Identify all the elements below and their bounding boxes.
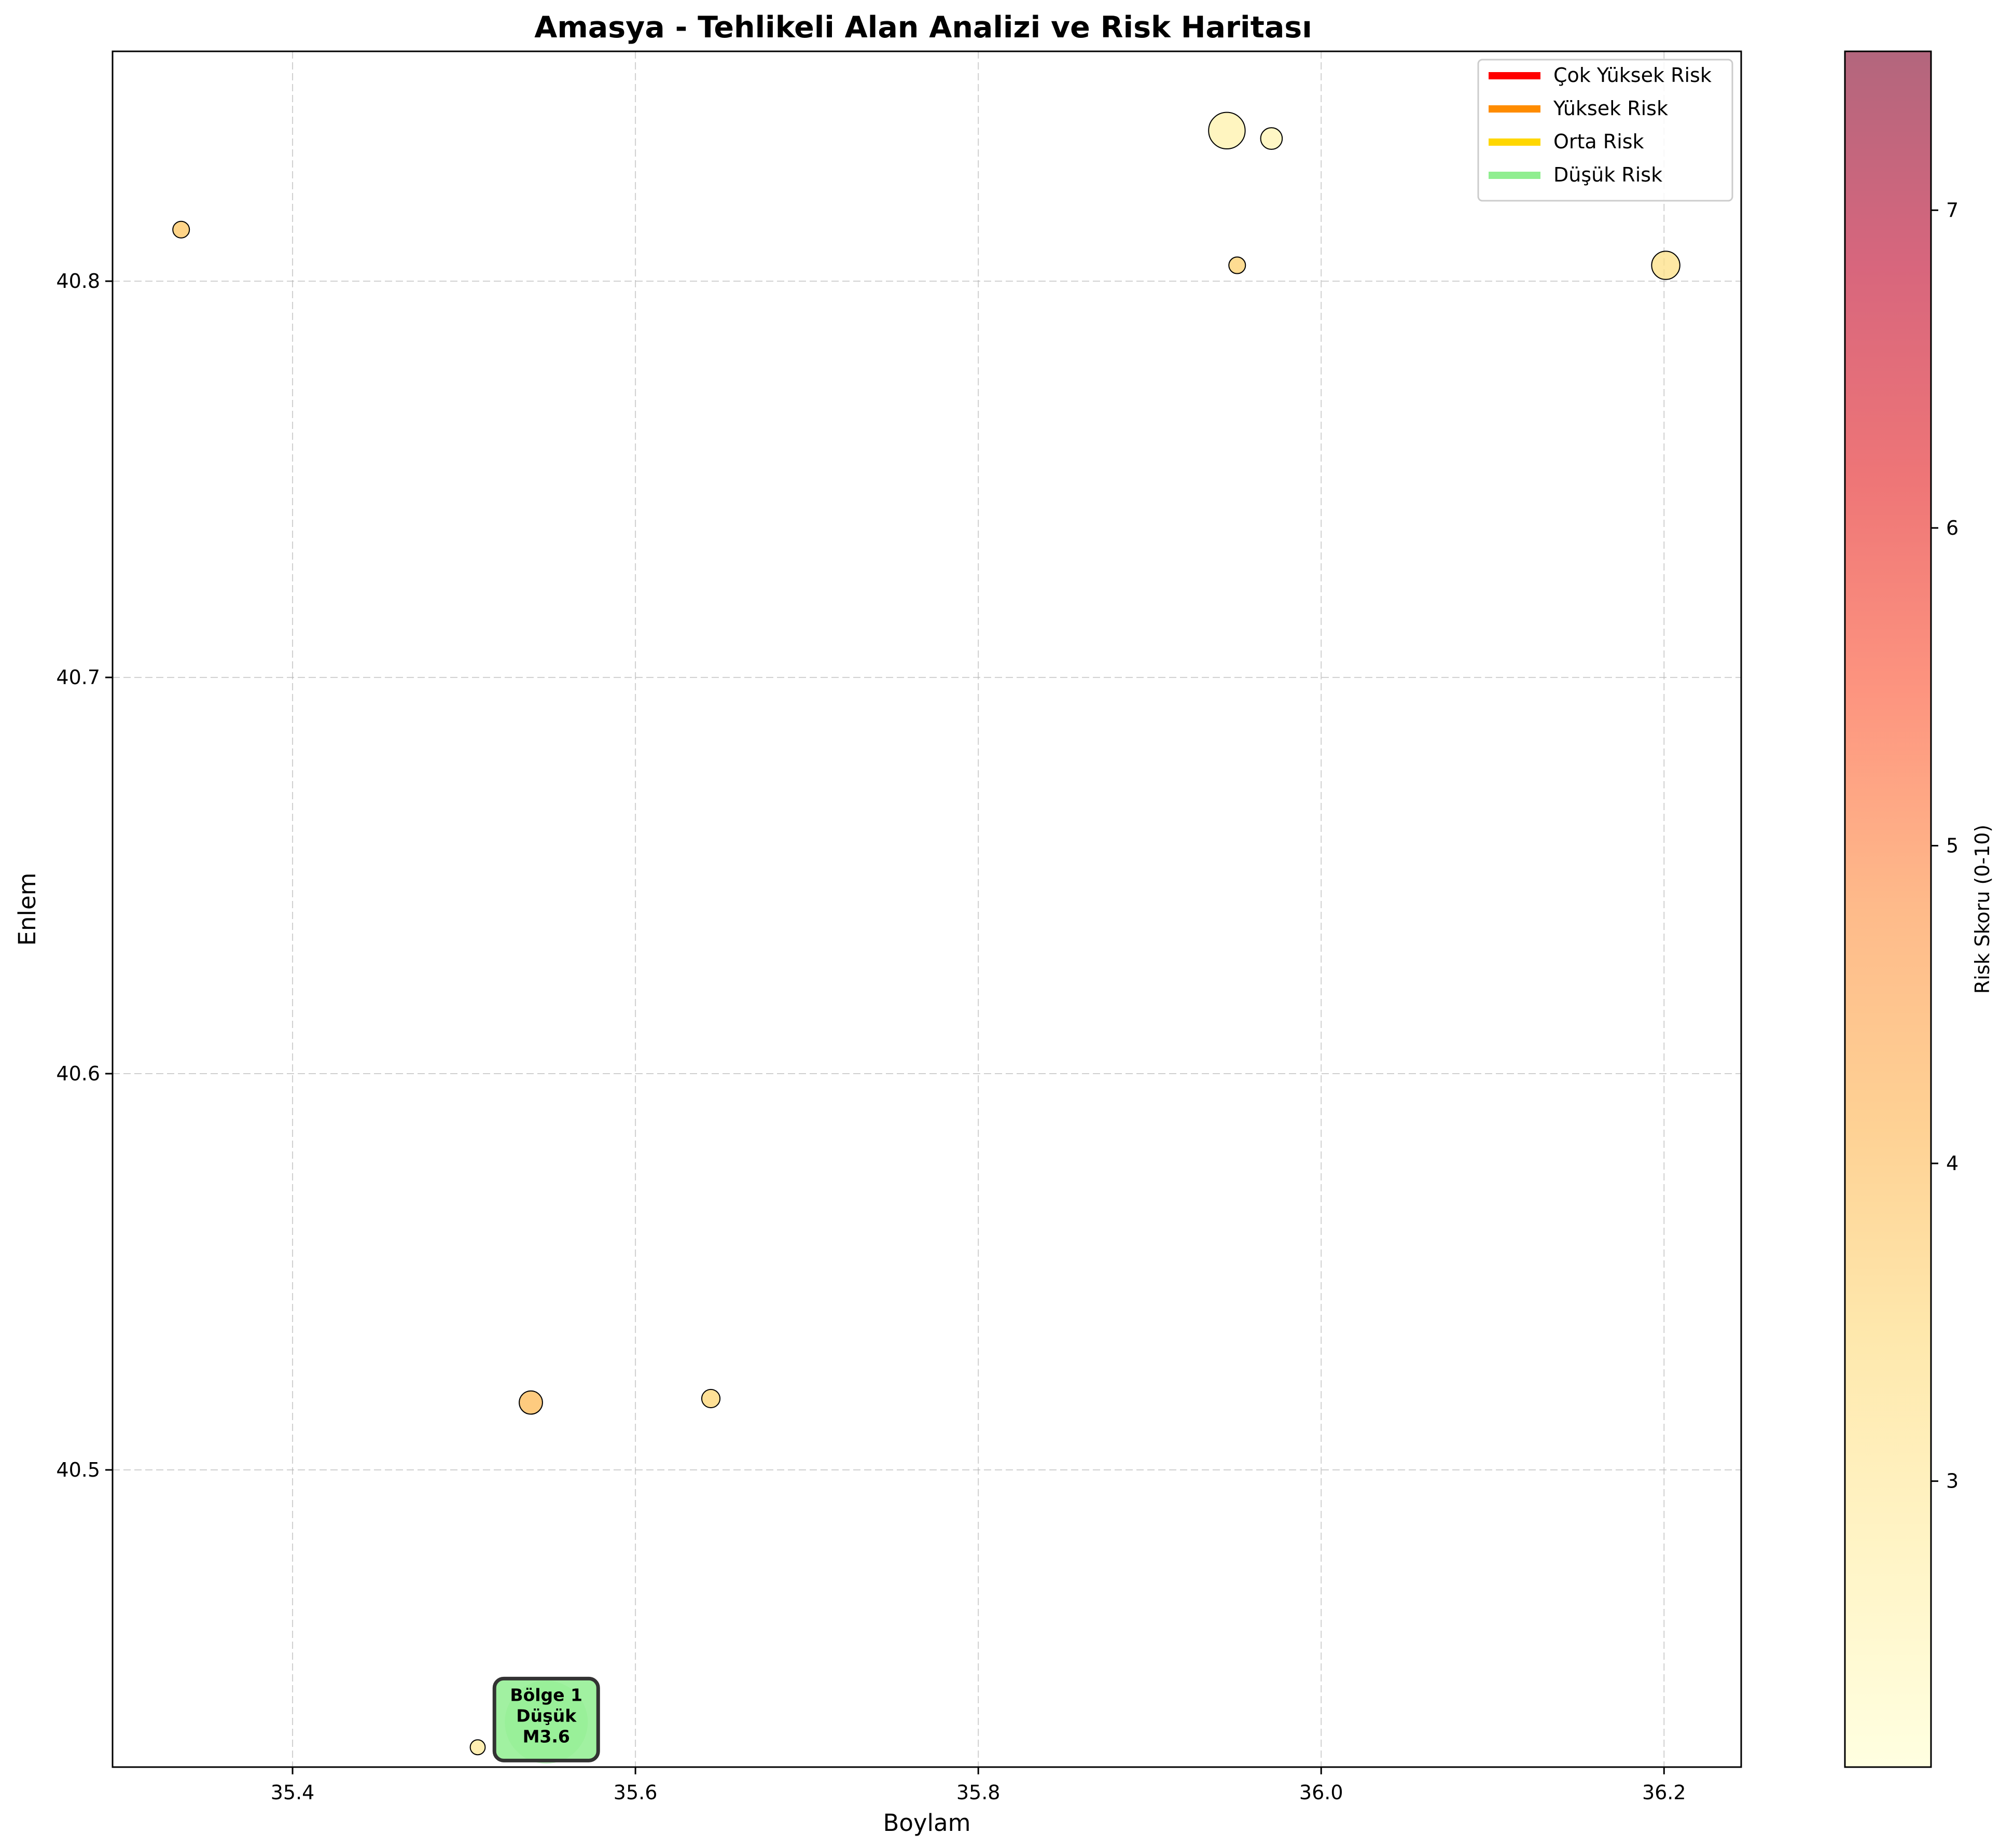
colorbar: 3 4 5 6 7 Risk Skoru (0-10): [1844, 50, 1994, 1768]
plot-frame: [112, 50, 1742, 1768]
colorbar-ticks: 3 4 5 6 7: [1931, 199, 1959, 1493]
legend-label: Çok Yüksek Risk: [1553, 64, 1712, 87]
zone-label-line: M3.6: [523, 1726, 570, 1746]
grid-lines: [113, 51, 1741, 1767]
colorbar-tick-label: 5: [1946, 834, 1959, 857]
y-tick-label: 40.8: [56, 270, 100, 293]
y-tick-label: 40.7: [56, 666, 100, 689]
risk-zones: Bölge 1DüşükM3.6: [492, 1676, 600, 1764]
legend-label: Orta Risk: [1553, 130, 1644, 153]
data-point: [701, 1388, 721, 1409]
data-point: [1208, 112, 1246, 149]
colorbar-tick-label: 4: [1946, 1152, 1959, 1175]
colorbar-gradient: [1845, 51, 1931, 1767]
data-point: [1651, 251, 1680, 280]
y-tick-label: 40.6: [56, 1062, 100, 1085]
data-point: [1260, 127, 1283, 150]
y-axis-ticks: 40.5 40.6 40.7 40.8: [56, 270, 113, 1481]
chart-title: Amasya - Tehlikeli Alan Analizi ve Risk …: [534, 10, 1312, 45]
x-tick-label: 36.0: [1299, 1781, 1343, 1804]
legend-label: Düşük Risk: [1553, 163, 1662, 186]
data-points: [172, 112, 1680, 1756]
risk-map-chart: Amasya - Tehlikeli Alan Analizi ve Risk …: [13, 10, 1994, 1837]
zone-label-line: Düşük: [516, 1705, 577, 1726]
data-point: [172, 220, 190, 239]
x-tick-label: 35.8: [956, 1781, 1001, 1804]
legend: Çok Yüksek Risk Yüksek Risk Orta Risk Düşük…: [1477, 59, 1733, 202]
data-point: [519, 1390, 543, 1415]
colorbar-tick-label: 6: [1946, 517, 1959, 539]
zone-label-line: Bölge 1: [510, 1685, 582, 1705]
colorbar-tick-label: 3: [1946, 1470, 1959, 1493]
x-axis-ticks: 35.4 35.6 35.8 36.0 36.2: [271, 1767, 1686, 1804]
data-point: [469, 1739, 486, 1756]
x-tick-label: 36.2: [1642, 1781, 1686, 1804]
x-tick-label: 35.4: [271, 1781, 315, 1804]
legend-label: Yüksek Risk: [1553, 97, 1668, 120]
y-axis-label: Enlem: [13, 873, 41, 946]
x-tick-label: 35.6: [614, 1781, 658, 1804]
data-point: [1228, 256, 1246, 274]
y-tick-label: 40.5: [56, 1458, 100, 1481]
colorbar-label: Risk Skoru (0-10): [1971, 825, 1994, 994]
x-axis-label: Boylam: [883, 1809, 971, 1837]
colorbar-tick-label: 7: [1946, 199, 1959, 221]
